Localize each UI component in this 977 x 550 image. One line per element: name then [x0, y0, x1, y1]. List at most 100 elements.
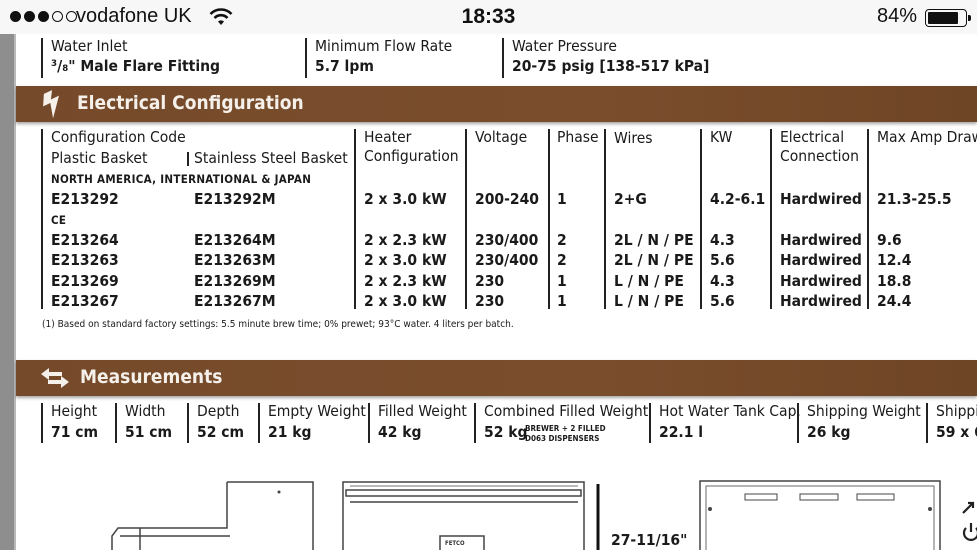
table-cell: 2 x 3.0 kW [364, 251, 447, 269]
dimension-label: 27-11/16" [611, 531, 688, 549]
table-cell: 2+G [614, 190, 647, 208]
table-cell: 200-240 [475, 190, 540, 208]
header-plastic-basket: Plastic Basket [51, 149, 148, 167]
table-cell: 4.3 [710, 272, 735, 290]
flow-rate-value: 5.7 lpm [315, 57, 374, 75]
table-cell: 230 [475, 292, 505, 310]
combined-weight-note: D063 DISPENSERS [525, 434, 600, 443]
table-cell: Hardwired [780, 190, 862, 208]
water-inlet-value: ³/₈" Male Flare Fitting [51, 57, 221, 75]
table-cell: 21.3-25.5 [877, 190, 952, 208]
header-max-amp: Max Amp Draw [877, 128, 977, 146]
clock: 18:33 [461, 5, 516, 28]
table-cell: Hardwired [780, 231, 862, 249]
region-heading-ce: CE [51, 213, 67, 227]
empty-weight-value: 21 kg [268, 423, 312, 441]
table-cell: 2 x 3.0 kW [364, 190, 447, 208]
table-cell: Hardwired [780, 251, 862, 269]
status-bar: vodafone UK 18:33 84% [0, 0, 977, 34]
height-label: Height [51, 402, 98, 420]
column-divider [548, 129, 550, 309]
table-cell: E213267M [194, 292, 276, 310]
table-cell: 230/400 [475, 251, 539, 269]
page-edge [0, 34, 16, 550]
technical-drawing [111, 480, 941, 550]
empty-weight-label: Empty Weight [268, 402, 366, 420]
header-stainless-basket: Stainless Steel Basket [194, 149, 348, 167]
header-heater: Heater [364, 128, 412, 146]
shipping-weight-label: Shipping Weight [807, 402, 921, 420]
table-cell: 1 [557, 272, 567, 290]
tank-capacity-value: 22.1 l [659, 423, 704, 441]
filled-weight-value: 42 kg [378, 423, 422, 441]
table-cell: 18.8 [877, 272, 912, 290]
header-electrical: Electrical [780, 128, 845, 146]
column-divider [474, 403, 476, 443]
table-cell: 9.6 [877, 231, 902, 249]
region-heading-na: NORTH AMERICA, INTERNATIONAL & JAPAN [51, 172, 312, 186]
header-heater-config: Configuration [364, 147, 459, 165]
table-cell: Hardwired [780, 272, 862, 290]
table-cell: E213264M [194, 231, 276, 249]
brand-badge: FETCO [445, 540, 465, 547]
column-divider [465, 129, 467, 309]
battery-icon [925, 9, 971, 27]
shipping-dimensions-label: Shippi [936, 402, 977, 420]
column-divider [797, 403, 799, 443]
header-phase: Phase [557, 128, 599, 146]
shipping-weight-value: 26 kg [807, 423, 851, 441]
column-divider [305, 38, 307, 78]
water-pressure-value: 20-75 psig [138-517 kPa] [512, 57, 710, 75]
column-divider [368, 403, 370, 443]
lightning-bolt-icon [43, 90, 60, 118]
height-value: 71 cm [51, 423, 99, 441]
filled-weight-label: Filled Weight [378, 402, 467, 420]
power-icon[interactable] [962, 522, 977, 542]
tank-capacity-label: Hot Water Tank Cap. [659, 402, 801, 420]
table-cell: 1 [557, 292, 567, 310]
table-cell: Hardwired [780, 292, 862, 310]
table-cell: 5.6 [710, 251, 735, 269]
table-cell: 230 [475, 272, 505, 290]
shipping-dimensions-value: 59 x 6 [936, 423, 977, 441]
flow-rate-label: Minimum Flow Rate [315, 37, 453, 55]
depth-value: 52 cm [197, 423, 245, 441]
table-cell: 2 [557, 251, 567, 269]
table-cell: E213264 [51, 231, 119, 249]
table-cell: 2 x 2.3 kW [364, 272, 447, 290]
combined-weight-value: 52 kg [484, 423, 528, 441]
table-cell: 2L / N / PE [614, 251, 694, 269]
table-cell: 2L / N / PE [614, 231, 694, 249]
header-config-code: Configuration Code [51, 128, 186, 146]
table-cell: 2 x 3.0 kW [364, 292, 447, 310]
combined-weight-label: Combined Filled Weight [484, 402, 649, 420]
table-cell: E213263 [51, 251, 119, 269]
table-cell: 2 x 2.3 kW [364, 231, 447, 249]
column-divider [41, 129, 43, 309]
section-title: Measurements [80, 366, 223, 388]
column-divider [502, 38, 504, 78]
table-cell: 4.2-6.1 [710, 190, 766, 208]
column-divider [41, 403, 43, 443]
table-cell: 5.6 [710, 292, 735, 310]
column-divider [115, 403, 117, 443]
table-cell: L / N / PE [614, 272, 684, 290]
table-cell: 12.4 [877, 251, 912, 269]
column-divider [187, 403, 189, 443]
column-divider [770, 129, 772, 309]
table-cell: E213269M [194, 272, 276, 290]
header-connection: Connection [780, 147, 859, 165]
table-cell: 2 [557, 231, 567, 249]
expand-icon[interactable] [960, 498, 977, 516]
water-inlet-label: Water Inlet [51, 37, 128, 55]
width-value: 51 cm [125, 423, 173, 441]
column-divider [41, 38, 43, 78]
table-cell: 1 [557, 190, 567, 208]
measurements-section-banner: Measurements [16, 360, 977, 396]
column-divider [604, 129, 606, 309]
double-arrow-icon [41, 368, 69, 388]
header-voltage: Voltage [475, 128, 528, 146]
column-divider [258, 403, 260, 443]
combined-weight-note: BREWER + 2 FILLED [525, 424, 606, 433]
electrical-section-banner: Electrical Configuration [16, 86, 977, 122]
